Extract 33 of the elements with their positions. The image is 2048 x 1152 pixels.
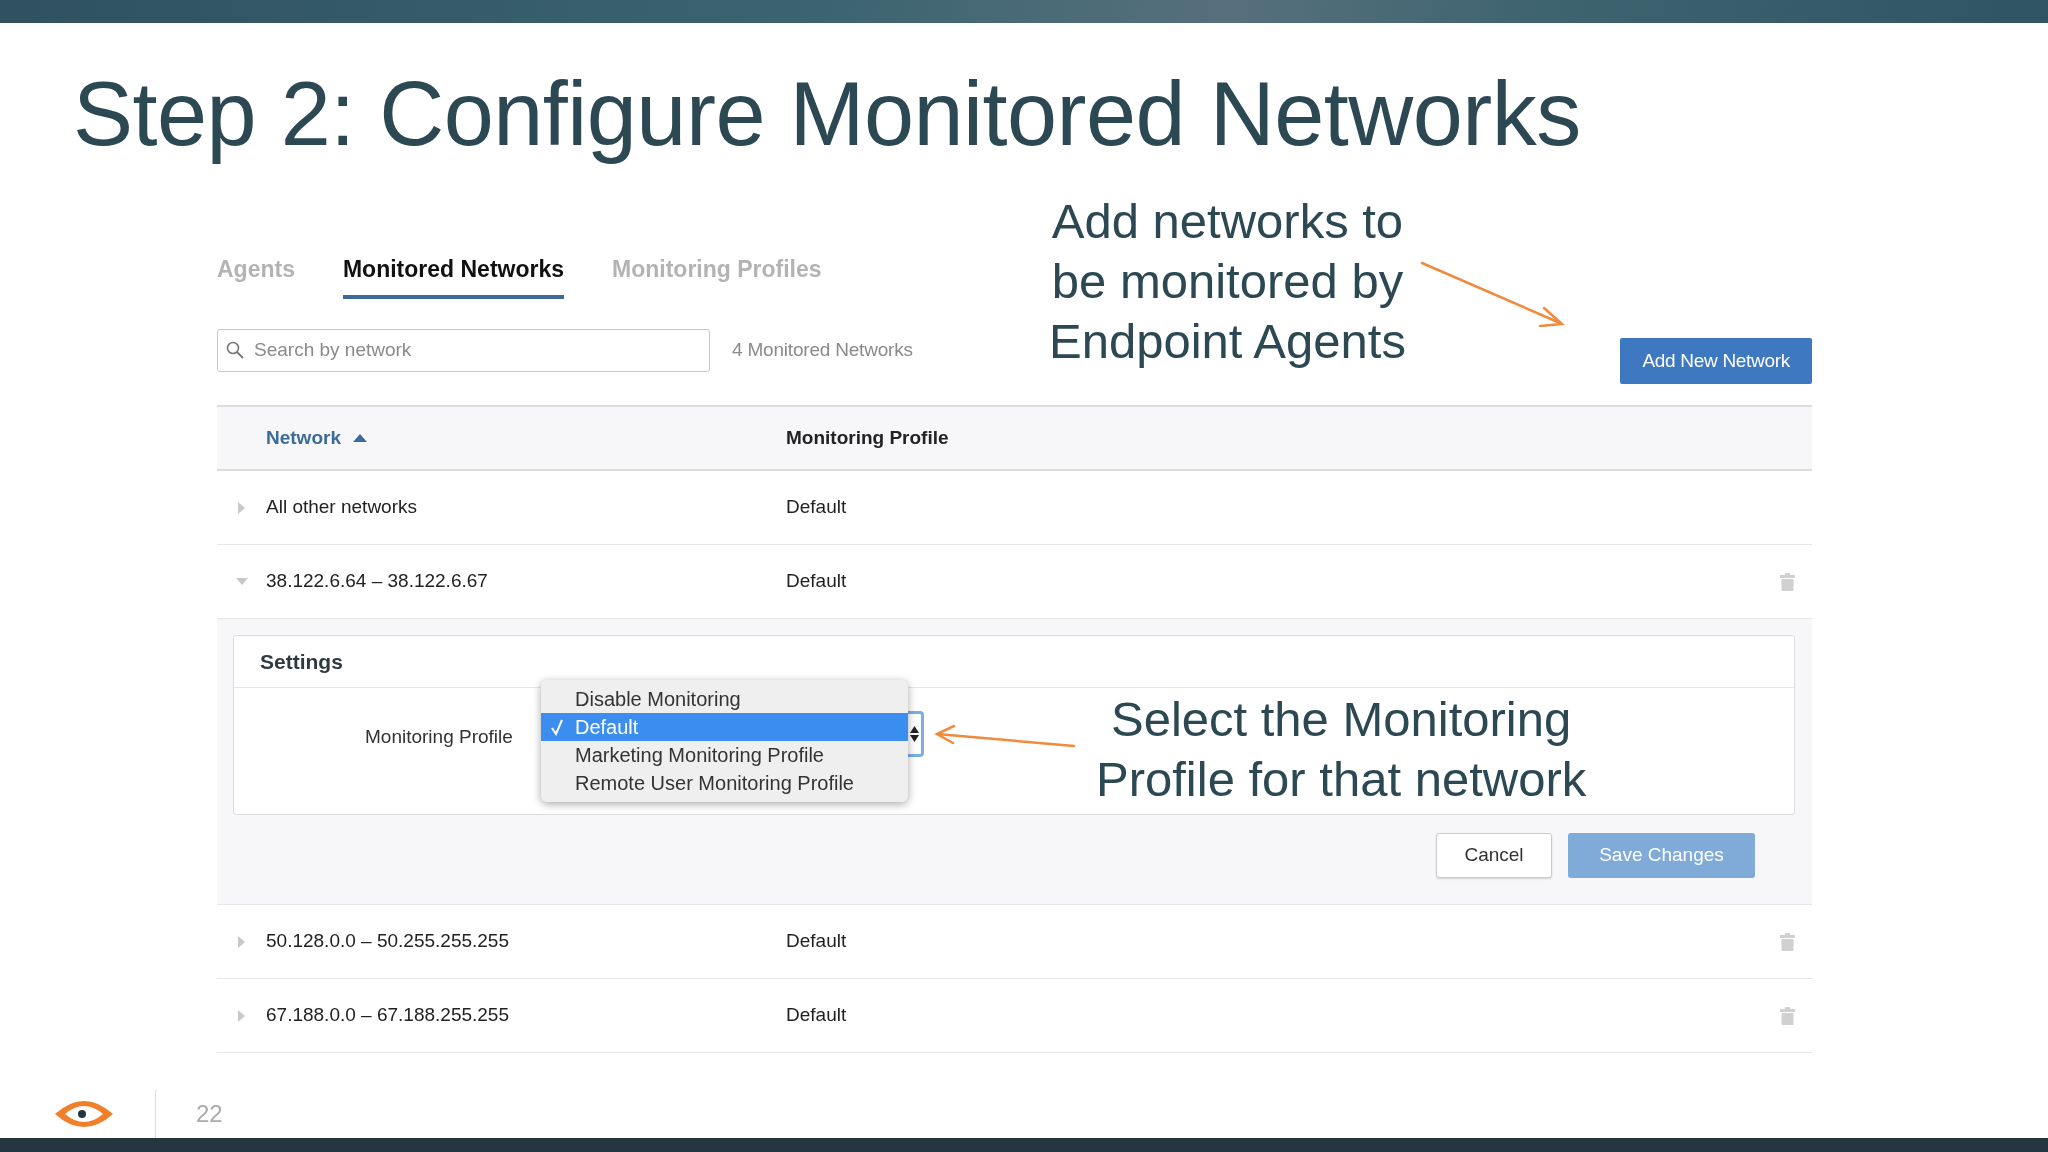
- caret-down-icon[interactable]: [235, 578, 248, 585]
- updown-arrows-icon: [910, 726, 919, 742]
- caret-right-icon[interactable]: [238, 935, 245, 948]
- field-label: Monitoring Profile: [365, 725, 513, 749]
- profile-cell: Default: [786, 930, 847, 952]
- tab[interactable]: Monitored Networks: [342, 252, 565, 299]
- network-count: 4 Monitored Networks: [732, 337, 913, 362]
- settings-title: Settings: [260, 648, 343, 675]
- trash-icon[interactable]: [1779, 1006, 1795, 1025]
- menu-option[interactable]: Disable Monitoring: [541, 685, 908, 713]
- annotation-text: Add networks to be monitored by Endpoint Agents: [1049, 193, 1406, 370]
- slide-title: Step 2: Configure Monitored Networks: [73, 65, 1582, 164]
- page-number: 22: [196, 1099, 223, 1129]
- cancel-button[interactable]: Cancel: [1436, 833, 1552, 878]
- network-cell: 50.128.0.0 – 50.255.255.255: [266, 930, 509, 952]
- trash-icon[interactable]: [1779, 572, 1795, 591]
- caret-right-icon[interactable]: [238, 501, 245, 514]
- column-header[interactable]: Network: [266, 423, 786, 453]
- column-header[interactable]: Monitoring Profile: [786, 426, 949, 448]
- network-cell: 38.122.6.64 – 38.122.6.67: [266, 570, 488, 592]
- search-icon: [226, 340, 244, 359]
- caret-right-icon[interactable]: [238, 1009, 245, 1022]
- profile-cell: Default: [786, 570, 847, 592]
- annotation-text: Select the Monitoring Profile for that network: [1096, 691, 1587, 808]
- trash-icon[interactable]: [1779, 932, 1795, 951]
- add-network-button[interactable]: Add New Network: [1620, 338, 1812, 384]
- network-cell: 67.188.0.0 – 67.188.255.255: [266, 1004, 509, 1026]
- network-cell: All other networks: [266, 496, 417, 518]
- search-field[interactable]: Search by network: [217, 328, 710, 372]
- menu-option[interactable]: Remote User Monitoring Profile: [541, 769, 908, 797]
- profile-cell: Default: [786, 496, 847, 518]
- menu-option[interactable]: Marketing Monitoring Profile: [541, 741, 908, 769]
- profile-cell: Default: [786, 1004, 847, 1026]
